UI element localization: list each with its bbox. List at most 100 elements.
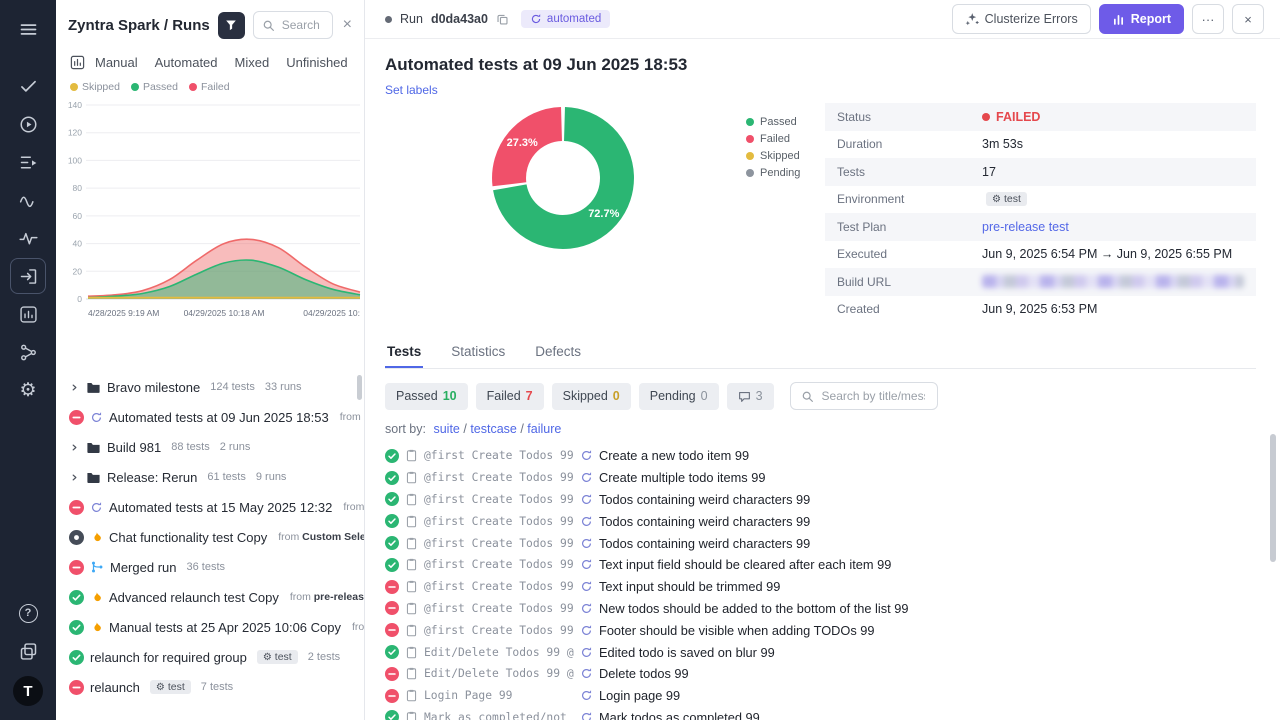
run-title[interactable]: Release: Rerun bbox=[107, 470, 197, 485]
test-row[interactable]: Login Page 99 Login page 99 bbox=[385, 685, 1256, 707]
run-title[interactable]: Merged run bbox=[110, 560, 176, 575]
run-title[interactable]: Manual tests at 25 Apr 2025 10:06 Copy bbox=[109, 620, 341, 635]
status-filter-button[interactable]: Pending 0 bbox=[639, 383, 719, 410]
test-title[interactable]: Create a new todo item 99 bbox=[599, 448, 749, 463]
run-title[interactable]: relaunch for required group bbox=[90, 650, 247, 665]
run-tree-item[interactable]: relaunch ⚙test 7 tests bbox=[56, 672, 364, 702]
close-button[interactable]: × bbox=[1232, 4, 1264, 34]
test-title[interactable]: Login page 99 bbox=[599, 688, 680, 703]
runs-filter-tab[interactable]: Unfinished bbox=[286, 55, 347, 70]
play-circle-icon[interactable] bbox=[10, 106, 46, 142]
runs-import-icon[interactable] bbox=[10, 258, 46, 294]
check-icon[interactable] bbox=[10, 68, 46, 104]
tests-search-input[interactable] bbox=[820, 388, 927, 404]
test-title[interactable]: Todos containing weird characters 99 bbox=[599, 514, 810, 529]
run-tree-item[interactable]: Automated tests at 09 Jun 2025 18:53 fro… bbox=[56, 402, 364, 432]
app-logo[interactable]: T bbox=[13, 676, 43, 706]
test-row[interactable]: @first Create Todos 99… New todos should… bbox=[385, 598, 1256, 620]
branch-icon[interactable] bbox=[10, 334, 46, 370]
test-row[interactable]: @first Create Todos 99… Text input field… bbox=[385, 554, 1256, 576]
analytics-icon[interactable] bbox=[10, 296, 46, 332]
test-row[interactable]: @first Create Todos 99… Create multiple … bbox=[385, 467, 1256, 489]
project-name[interactable]: Zyntra Spark bbox=[68, 17, 160, 34]
test-title[interactable]: Todos containing weird characters 99 bbox=[599, 492, 810, 507]
run-list-icon[interactable] bbox=[10, 144, 46, 180]
hamburger-menu-icon[interactable] bbox=[10, 11, 46, 47]
run-tree-item[interactable]: Manual tests at 25 Apr 2025 10:06 Copy f… bbox=[56, 612, 364, 642]
test-title[interactable]: Delete todos 99 bbox=[599, 666, 689, 681]
test-row[interactable]: Mark as completed/not … Mark todos as co… bbox=[385, 707, 1256, 720]
sort-option-link[interactable]: suite bbox=[433, 422, 470, 436]
runs-search-input[interactable] bbox=[280, 17, 324, 33]
run-detail-tab[interactable]: Tests bbox=[385, 339, 423, 368]
comments-filter-button[interactable]: 3 bbox=[727, 383, 774, 410]
run-tree-item[interactable]: Build 981 88 tests 2 runs bbox=[56, 432, 364, 462]
chevron-right-icon[interactable] bbox=[69, 382, 80, 393]
help-icon[interactable]: ? bbox=[10, 595, 46, 631]
test-row[interactable]: @first Create Todos 99… Todos containing… bbox=[385, 489, 1256, 511]
test-suite: @first Create Todos 99… bbox=[424, 515, 574, 528]
run-title[interactable]: Advanced relaunch test Copy bbox=[109, 590, 279, 605]
run-title[interactable]: Bravo milestone bbox=[107, 380, 200, 395]
run-title[interactable]: Build 981 bbox=[107, 440, 161, 455]
filter-button[interactable] bbox=[218, 12, 245, 39]
testcase-icon bbox=[405, 689, 418, 702]
sort-option-link[interactable]: testcase bbox=[470, 422, 527, 436]
run-title[interactable]: Chat functionality test Copy bbox=[109, 530, 267, 545]
wave-icon[interactable] bbox=[10, 182, 46, 218]
run-title[interactable]: Automated tests at 09 Jun 2025 18:53 bbox=[109, 410, 329, 425]
run-tree-item[interactable]: relaunch for required group ⚙test 2 test… bbox=[56, 642, 364, 672]
info-value: FAILED bbox=[982, 110, 1040, 124]
test-title[interactable]: Text input field should be cleared after… bbox=[599, 557, 891, 572]
panel-close-icon[interactable]: × bbox=[341, 16, 354, 34]
status-filter-button[interactable]: Skipped 0 bbox=[552, 383, 631, 410]
run-tree-item[interactable]: Automated tests at 15 May 2025 12:32 fro… bbox=[56, 492, 364, 522]
test-row[interactable]: Edit/Delete Todos 99 @… Delete todos 99 bbox=[385, 663, 1256, 685]
run-tree-item[interactable]: Bravo milestone 124 tests 33 runs bbox=[56, 372, 364, 402]
test-row[interactable]: @first Create Todos 99… Todos containing… bbox=[385, 510, 1256, 532]
pulse-icon[interactable] bbox=[10, 220, 46, 256]
search-icon bbox=[801, 390, 814, 403]
scrollbar[interactable] bbox=[1270, 434, 1276, 712]
chevron-right-icon[interactable] bbox=[69, 442, 80, 453]
clusterize-errors-button[interactable]: Clusterize Errors bbox=[952, 4, 1091, 34]
test-title[interactable]: Create multiple todo items 99 bbox=[599, 470, 765, 485]
scrollbar-thumb[interactable] bbox=[1270, 434, 1276, 562]
svg-text:0: 0 bbox=[77, 294, 82, 304]
run-title[interactable]: relaunch bbox=[90, 680, 140, 695]
gear-icon[interactable]: ⚙ bbox=[10, 372, 46, 408]
test-row[interactable]: @first Create Todos 99… Todos containing… bbox=[385, 532, 1256, 554]
more-button[interactable]: ··· bbox=[1192, 4, 1224, 34]
test-row[interactable]: @first Create Todos 99… Text input shoul… bbox=[385, 576, 1256, 598]
test-row[interactable]: @first Create Todos 99… Create a new tod… bbox=[385, 445, 1256, 467]
runs-filter-tab[interactable]: Automated bbox=[155, 55, 218, 70]
chevron-right-icon[interactable] bbox=[69, 472, 80, 483]
test-row[interactable]: Edit/Delete Todos 99 @… Edited todo is s… bbox=[385, 641, 1256, 663]
runs-filter-tab[interactable]: Manual bbox=[95, 55, 138, 70]
run-tree-item[interactable]: Merged run 36 tests bbox=[56, 552, 364, 582]
run-detail-tab[interactable]: Defects bbox=[533, 339, 583, 368]
test-plan-link[interactable]: pre-release test bbox=[982, 220, 1069, 234]
sort-option-link[interactable]: failure bbox=[527, 422, 561, 436]
run-tree-item[interactable]: Release: Rerun 61 tests 9 runs bbox=[56, 462, 364, 492]
test-title[interactable]: Edited todo is saved on blur 99 bbox=[599, 645, 775, 660]
run-tree-item[interactable]: Advanced relaunch test Copy from pre-rel… bbox=[56, 582, 364, 612]
run-tree-item[interactable]: Chat functionality test Copy from Custom… bbox=[56, 522, 364, 552]
test-title[interactable]: Todos containing weird characters 99 bbox=[599, 536, 810, 551]
set-labels-link[interactable]: Set labels bbox=[385, 83, 438, 97]
run-title[interactable]: Automated tests at 15 May 2025 12:32 bbox=[109, 500, 332, 515]
test-title[interactable]: Text input should be trimmed 99 bbox=[599, 579, 780, 594]
test-row[interactable]: @first Create Todos 99… Footer should be… bbox=[385, 619, 1256, 641]
docs-icon[interactable] bbox=[10, 633, 46, 669]
test-title[interactable]: New todos should be added to the bottom … bbox=[599, 601, 908, 616]
runs-filter-tab[interactable]: Mixed bbox=[235, 55, 270, 70]
status-filter-button[interactable]: Failed 7 bbox=[476, 383, 544, 410]
automated-icon bbox=[580, 711, 593, 720]
report-button[interactable]: Report bbox=[1099, 4, 1184, 34]
run-detail-tab[interactable]: Statistics bbox=[449, 339, 507, 368]
copy-icon[interactable] bbox=[496, 13, 509, 26]
test-title[interactable]: Mark todos as completed 99 bbox=[599, 710, 760, 720]
status-filter-button[interactable]: Passed 10 bbox=[385, 383, 468, 410]
test-title[interactable]: Footer should be visible when adding TOD… bbox=[599, 623, 875, 638]
chart-toggle-icon[interactable] bbox=[70, 55, 85, 70]
